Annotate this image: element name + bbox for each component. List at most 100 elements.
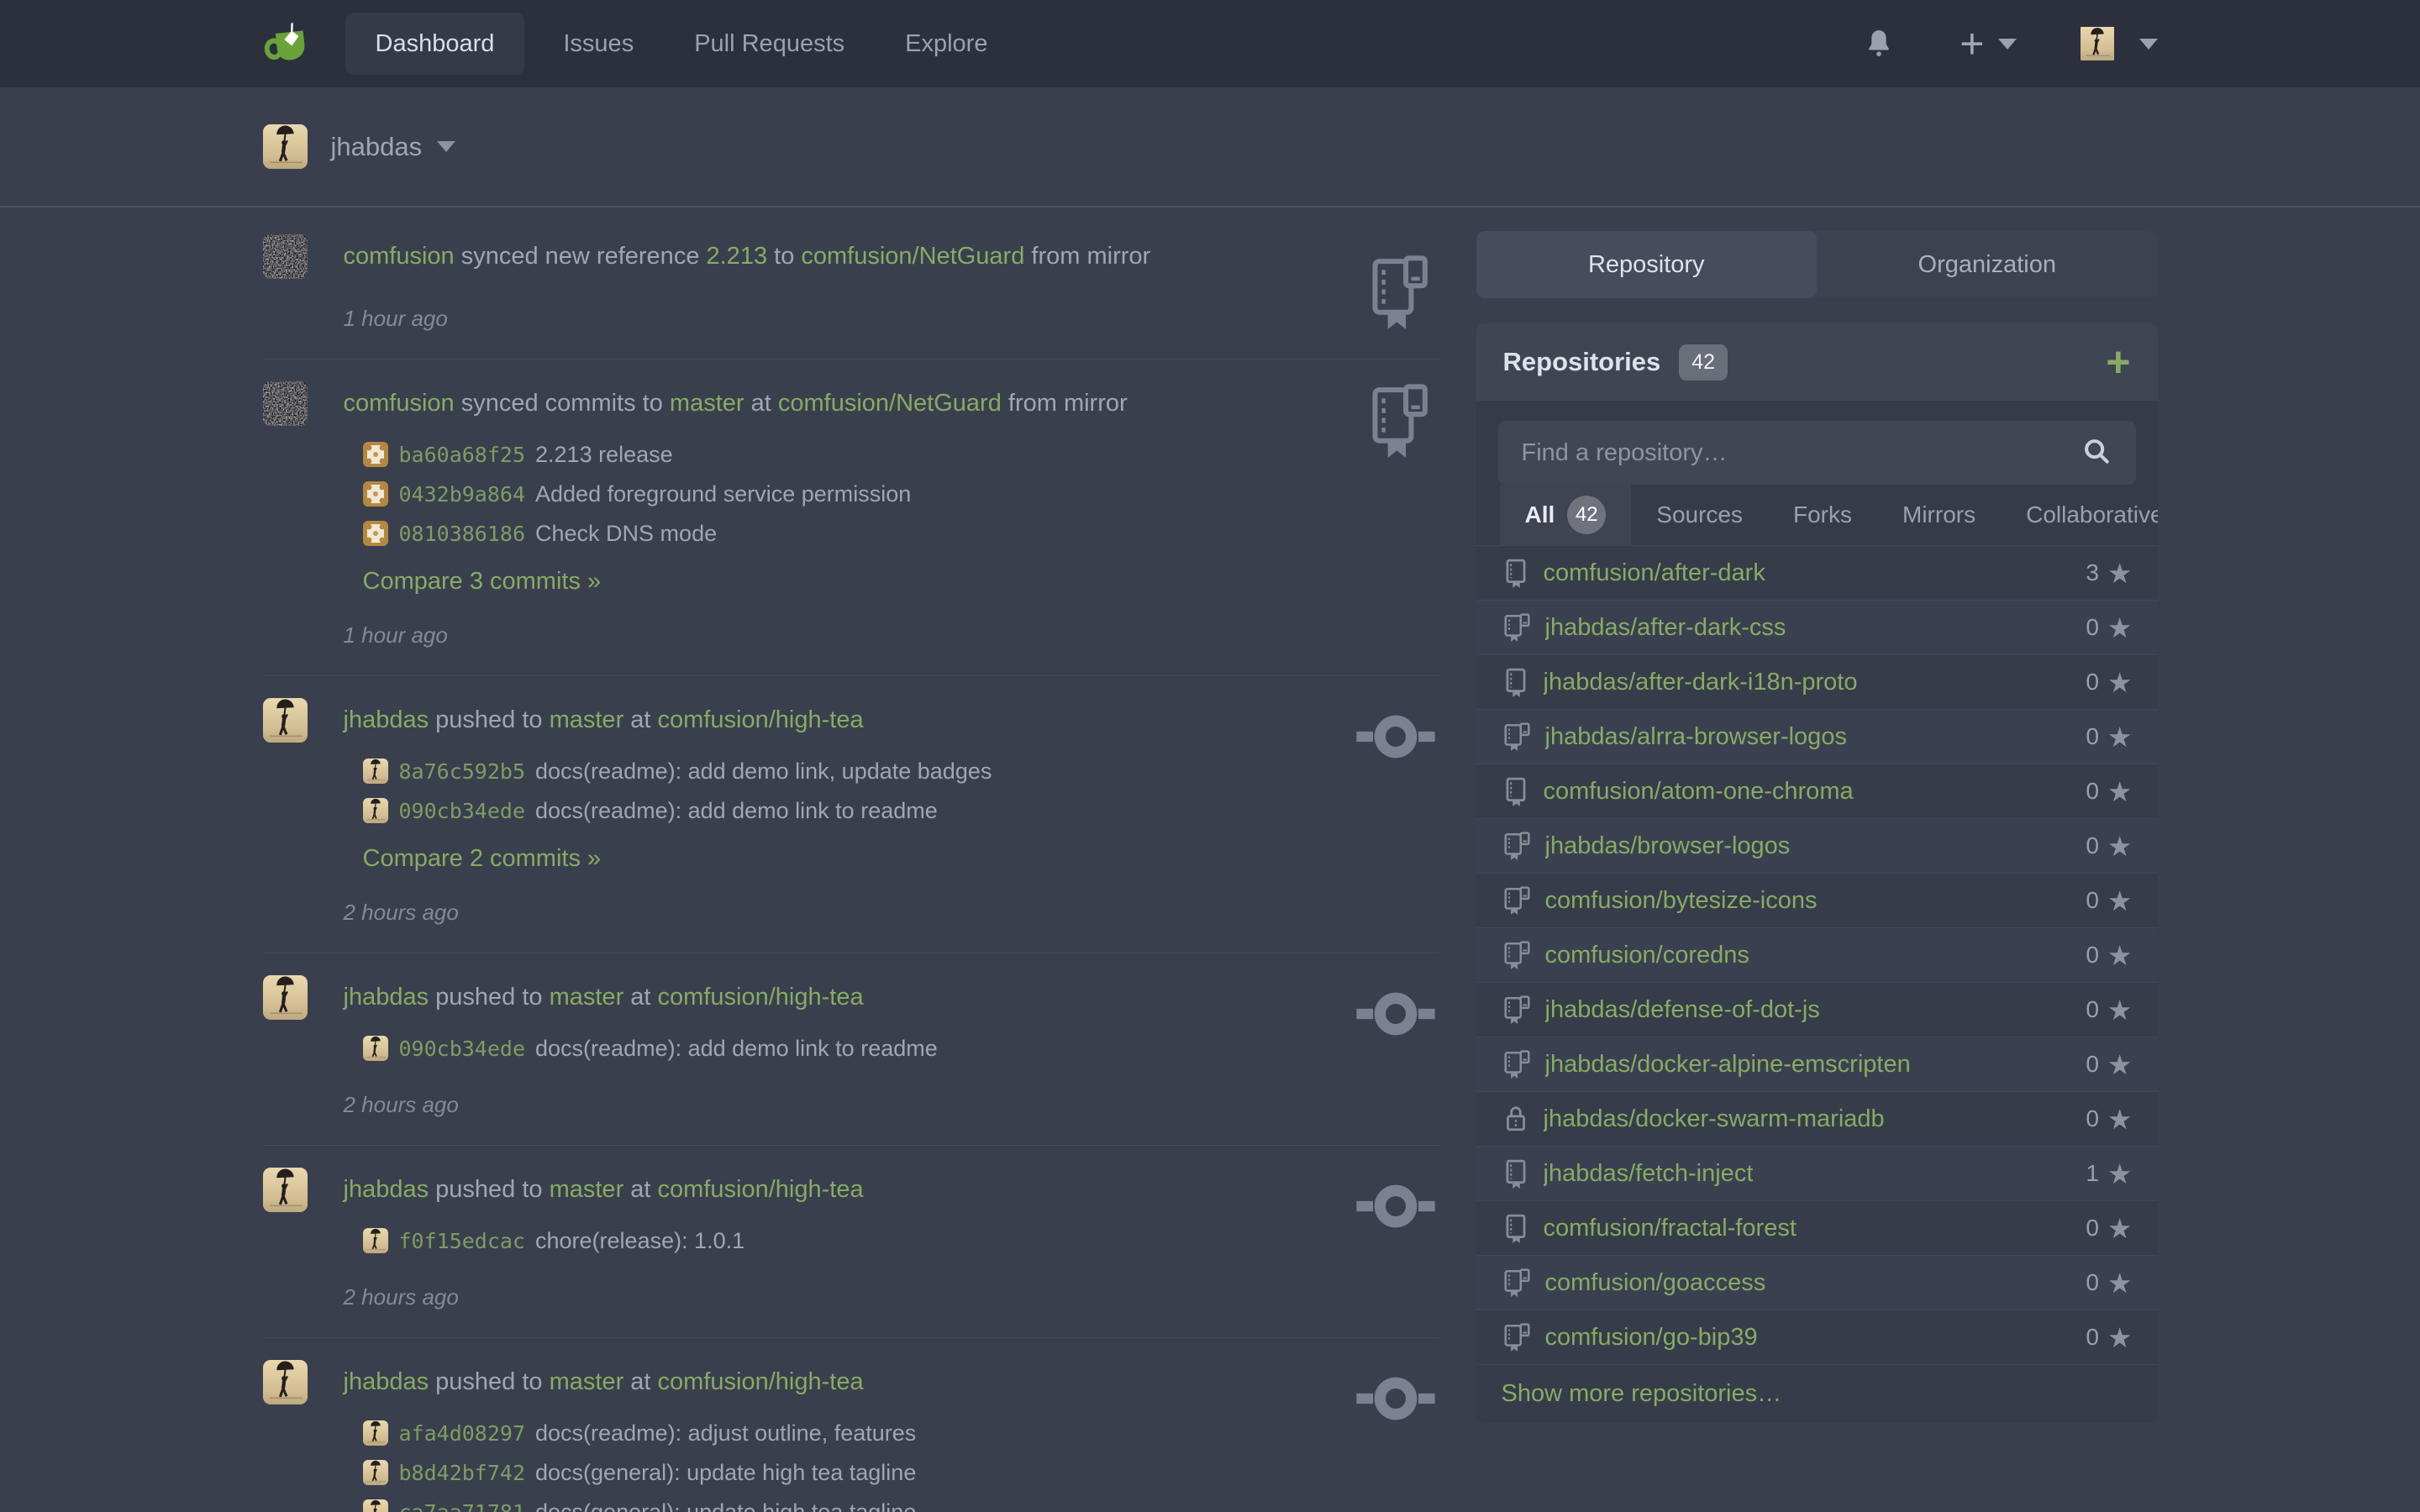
feed-link[interactable]: master (550, 1368, 624, 1395)
nav-pull-requests[interactable]: Pull Requests (664, 0, 875, 87)
create-new-button[interactable]: + (1960, 23, 2016, 65)
repo-link[interactable]: jhabdas/docker-alpine-emscripten (1545, 1051, 1911, 1079)
nav-issues[interactable]: Issues (533, 0, 664, 87)
actor-avatar[interactable] (263, 698, 308, 743)
commit-message: chore(release): 1.0.1 (535, 1228, 744, 1254)
feed-link[interactable]: 2.213 (707, 243, 768, 270)
feed-link[interactable]: comfusion/high-tea (658, 706, 864, 733)
repo-link[interactable]: jhabdas/after-dark-css (1545, 614, 1786, 642)
repo-row: jhabdas/alrra-browser-logos0★ (1476, 709, 2158, 764)
commit-sha-link[interactable]: f0f15edcac (399, 1229, 526, 1253)
actor-avatar[interactable] (263, 381, 308, 426)
repo-link[interactable]: jhabdas/after-dark-i18n-proto (1544, 669, 1858, 696)
feed-link[interactable]: comfusion (344, 390, 455, 417)
feed-timestamp: 1 hour ago (344, 622, 1439, 648)
nav-explore[interactable]: Explore (875, 0, 1018, 87)
notifications-bell-icon[interactable] (1862, 27, 1896, 60)
chevron-down-icon[interactable] (437, 141, 455, 152)
actor-avatar[interactable] (263, 975, 308, 1020)
repo-row: jhabdas/fetch-inject1★ (1476, 1146, 2158, 1200)
repo-link[interactable]: jhabdas/docker-swarm-mariadb (1544, 1105, 1885, 1133)
top-navbar: Dashboard Issues Pull Requests Explore + (0, 0, 2420, 87)
repo-row: jhabdas/docker-swarm-mariadb0★ (1476, 1091, 2158, 1146)
compare-commits-link[interactable]: Compare 2 commits » (363, 845, 602, 873)
nav-dashboard[interactable]: Dashboard (345, 13, 525, 75)
repo-search-input[interactable] (1522, 439, 2065, 467)
filter-forks[interactable]: Forks (1768, 485, 1877, 545)
repo-link[interactable]: jhabdas/defense-of-dot-js (1545, 996, 1820, 1024)
commit-sha-link[interactable]: 090cb34ede (399, 799, 526, 823)
compare-commits-link[interactable]: Compare 3 commits » (363, 568, 602, 596)
feed-timestamp: 2 hours ago (344, 900, 1439, 926)
star-icon: ★ (2107, 723, 2133, 751)
commit-sha-link[interactable]: b8d42bf742 (399, 1461, 526, 1485)
commit-line: ba60a68f25 2.213 release (363, 438, 1439, 471)
repo-link[interactable]: comfusion/goaccess (1545, 1269, 1766, 1297)
filter-collaborative[interactable]: Collaborative (2001, 485, 2157, 545)
repo-link[interactable]: comfusion/after-dark (1544, 559, 1765, 587)
repo-link[interactable]: jhabdas/browser-logos (1545, 832, 1791, 860)
feed-link[interactable]: comfusion/NetGuard (778, 390, 1002, 417)
context-username[interactable]: jhabdas (331, 132, 423, 162)
repo-link[interactable]: comfusion/fractal-forest (1544, 1215, 1797, 1242)
commit-sha-link[interactable]: ca7aa71781 (399, 1500, 526, 1512)
gitea-logo-icon[interactable] (263, 18, 313, 69)
actor-avatar[interactable] (263, 234, 308, 279)
feed-link[interactable]: master (550, 984, 624, 1011)
filter-all[interactable]: All 42 (1500, 485, 1632, 545)
commit-sha-link[interactable]: ba60a68f25 (399, 443, 526, 467)
feed-link[interactable]: comfusion/NetGuard (801, 243, 1024, 270)
feed-text: from mirror (1024, 243, 1150, 270)
repo-link[interactable]: comfusion/go-bip39 (1545, 1324, 1758, 1352)
feed-link[interactable]: comfusion/high-tea (658, 1176, 864, 1203)
star-count-value: 0 (2086, 1324, 2099, 1351)
feed-link[interactable]: master (550, 706, 624, 733)
commit-message: 2.213 release (535, 442, 673, 468)
feed-link[interactable]: master (670, 390, 744, 417)
actor-avatar[interactable] (263, 1168, 308, 1212)
tab-repository[interactable]: Repository (1476, 231, 1818, 298)
filter-mirrors[interactable]: Mirrors (1877, 485, 2001, 545)
repo-star-count: 0★ (2086, 778, 2132, 806)
repo-star-count: 0★ (2086, 1269, 2132, 1297)
feed-link[interactable]: jhabdas (344, 1176, 429, 1203)
commit-message: Check DNS mode (535, 521, 717, 547)
feed-link[interactable]: comfusion/high-tea (658, 984, 864, 1011)
panel-tabbar: Repository Organization (1476, 231, 2158, 298)
commit-sha-link[interactable]: 8a76c592b5 (399, 759, 526, 784)
actor-avatar[interactable] (263, 1360, 308, 1404)
commit-sha-link[interactable]: 0432b9a864 (399, 482, 526, 507)
star-count-value: 0 (2086, 832, 2099, 859)
star-count-value: 0 (2086, 778, 2099, 805)
feed-link[interactable]: jhabdas (344, 1368, 429, 1395)
feed-link[interactable]: master (550, 1176, 624, 1203)
feed-text: to (767, 243, 801, 270)
repo-link[interactable]: jhabdas/alrra-browser-logos (1545, 723, 1847, 751)
feed-link[interactable]: jhabdas (344, 984, 429, 1011)
star-icon: ★ (2107, 942, 2133, 969)
add-repository-button[interactable]: + (2106, 341, 2130, 383)
repo-row: comfusion/coredns0★ (1476, 927, 2158, 982)
commit-sha-link[interactable]: afa4d08297 (399, 1421, 526, 1446)
feed-title: comfusion synced new reference 2.213 to … (344, 234, 1439, 279)
feed-link[interactable]: jhabdas (344, 706, 429, 733)
repo-link[interactable]: comfusion/coredns (1545, 942, 1749, 969)
commit-sha-link[interactable]: 090cb34ede (399, 1037, 526, 1061)
user-menu[interactable] (2081, 22, 2158, 66)
feed-link[interactable]: comfusion (344, 243, 455, 270)
repo-icon (1502, 1158, 1530, 1189)
feed-timestamp: 1 hour ago (344, 306, 1439, 332)
feed-link[interactable]: comfusion/high-tea (658, 1368, 864, 1395)
repo-icon (1502, 776, 1530, 806)
repo-fork-icon (1502, 1322, 1532, 1352)
filter-sources[interactable]: Sources (1631, 485, 1768, 545)
repo-link[interactable]: jhabdas/fetch-inject (1544, 1160, 1754, 1188)
repo-link[interactable]: comfusion/atom-one-chroma (1544, 778, 1854, 806)
tab-organization[interactable]: Organization (1817, 231, 2158, 298)
show-more-repositories-link[interactable]: Show more repositories… (1476, 1364, 2158, 1423)
commit-sha-link[interactable]: 0810386186 (399, 522, 526, 546)
search-icon[interactable] (2081, 435, 2112, 471)
context-avatar[interactable] (263, 124, 308, 169)
commit-message: docs(readme): add demo link to readme (535, 1036, 938, 1062)
repo-link[interactable]: comfusion/bytesize-icons (1545, 887, 1818, 915)
